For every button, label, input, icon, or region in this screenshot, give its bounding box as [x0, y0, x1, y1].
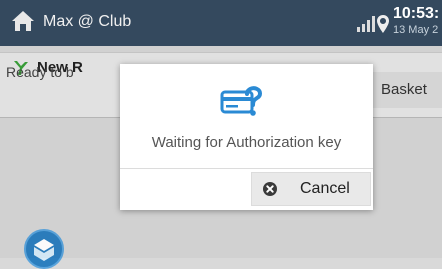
dialog-divider: [120, 168, 373, 169]
card-question-icon: [220, 86, 262, 116]
home-icon[interactable]: [10, 9, 36, 33]
signal-icon: [357, 16, 375, 32]
location-icon: [377, 15, 389, 33]
clock-date: 13 May 2: [393, 24, 439, 36]
app-bar: Max @ Club 10:53: 13 May 2: [0, 0, 442, 46]
clock-time: 10:53:: [393, 5, 440, 22]
close-circle-icon: [263, 182, 277, 196]
dialog-message: Waiting for Authorization key: [151, 134, 342, 151]
cancel-label: Cancel: [300, 180, 350, 197]
authorization-dialog: Waiting for Authorization key Cancel: [120, 64, 373, 210]
cancel-button[interactable]: Cancel: [251, 172, 371, 206]
app-title: Max @ Club: [43, 13, 132, 30]
